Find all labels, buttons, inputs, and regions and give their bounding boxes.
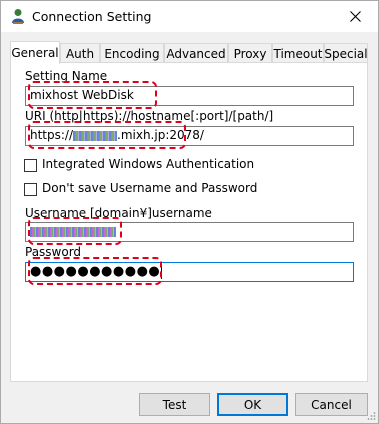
uri-input[interactable]: https:// .mixh.jp:2078/ — [25, 126, 354, 146]
setting-name-input[interactable]: mixhost WebDisk — [25, 86, 354, 106]
close-button[interactable] — [332, 1, 378, 32]
password-input[interactable]: ●●●●●●●●●●● — [25, 262, 354, 282]
tab-timeout[interactable]: Timeout — [272, 43, 324, 63]
uri-redacted-host — [73, 130, 118, 141]
password-value: ●●●●●●●●●●● — [30, 264, 161, 279]
integrated-auth-label[interactable]: Integrated Windows Authentication — [42, 157, 254, 171]
integrated-auth-checkbox[interactable] — [24, 159, 37, 172]
window-title: Connection Setting — [32, 9, 152, 24]
tab-encoding[interactable]: Encoding — [100, 43, 164, 63]
uri-value-suffix: .mixh.jp:2078/ — [117, 128, 204, 142]
username-value — [30, 226, 116, 237]
tab-proxy[interactable]: Proxy — [228, 43, 272, 63]
resize-grip-icon[interactable] — [366, 411, 376, 421]
tab-auth[interactable]: Auth — [60, 43, 100, 63]
password-label: Password — [25, 245, 82, 259]
title-bar[interactable]: Connection Setting — [1, 1, 378, 32]
ok-button[interactable]: OK — [217, 393, 288, 416]
uri-label: URI (http|https)://hostname[:port]/[path… — [25, 109, 274, 123]
tab-special[interactable]: Special — [324, 43, 368, 63]
text-caret — [161, 264, 163, 279]
uri-value-prefix: https:// — [30, 128, 74, 142]
username-label: Username [domain¥]username — [25, 206, 212, 220]
dont-save-label[interactable]: Don't save Username and Password — [42, 181, 257, 195]
general-panel: Setting Name mixhost WebDisk URI (http|h… — [10, 62, 368, 382]
test-button[interactable]: Test — [139, 393, 210, 416]
close-icon — [349, 11, 361, 22]
tab-strip: General Auth Encoding Advanced Proxy Tim… — [10, 41, 368, 64]
user-globe-icon — [12, 9, 24, 24]
setting-name-value: mixhost WebDisk — [30, 88, 134, 102]
connection-setting-window: Connection Setting General Auth Encoding… — [0, 0, 379, 424]
tab-general[interactable]: General — [10, 41, 60, 64]
dont-save-checkbox[interactable] — [24, 183, 37, 196]
username-input[interactable] — [25, 222, 354, 242]
cancel-button[interactable]: Cancel — [295, 393, 368, 416]
tab-advanced[interactable]: Advanced — [164, 43, 228, 63]
setting-name-label: Setting Name — [25, 69, 108, 83]
